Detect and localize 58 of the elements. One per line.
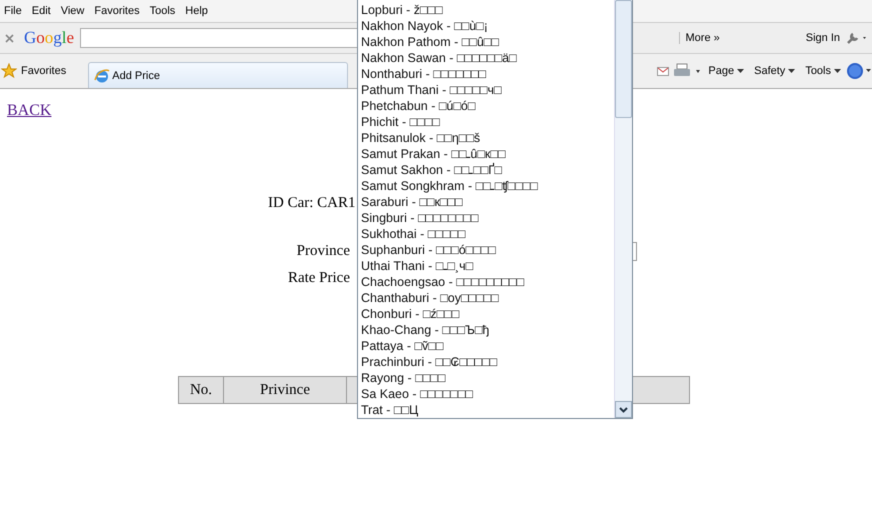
back-link[interactable]: BACK (7, 102, 52, 120)
star-icon (1, 63, 17, 79)
dropdown-option[interactable]: Khao-Chang - □□□Ъ□ђ (358, 322, 614, 338)
dropdown-option[interactable]: Chonburi - □ź□□□ (358, 306, 614, 322)
dropdown-option[interactable]: Pathum Thani - □□□□□ч□ (358, 82, 614, 98)
car-id-text: ID Car: CAR1 (268, 195, 356, 211)
dropdown-option[interactable]: Nakhon Nayok - □□ù□¡ (358, 18, 614, 34)
browser-tab[interactable]: Add Price (88, 62, 348, 88)
dropdown-option[interactable]: Phichit - □□□□ (358, 114, 614, 130)
dropdown-option[interactable]: Phetchabun - □ú□ó□ (358, 98, 614, 114)
mail-icon[interactable] (657, 65, 670, 77)
dropdown-option[interactable]: Prachinburi - □□₢□□□□□ (358, 354, 614, 370)
wrench-icon[interactable] (846, 31, 868, 45)
field-label: Rate Price (286, 270, 350, 287)
dropdown-option[interactable]: Phitsanulok - □□η□□š (358, 130, 614, 146)
dropdown-option[interactable]: Rayong - □□□□ (358, 370, 614, 386)
favorites-button[interactable]: Favorites (0, 63, 74, 79)
dropdown-option[interactable]: Chanthaburi - □oy□□□□□ (358, 290, 614, 306)
command-menu[interactable]: Safety (749, 65, 800, 77)
browser-page-icon (94, 68, 110, 84)
dropdown-option[interactable]: Chachoengsao - □□□□□□□□□ (358, 274, 614, 290)
caret-icon (788, 68, 796, 74)
chevron-down-icon (619, 406, 628, 412)
dropdown-option[interactable]: Samut Sakhon - □□ـ□□Ґ□ (358, 162, 614, 178)
google-logo: Google (24, 28, 74, 48)
menu-item[interactable]: File (2, 5, 30, 17)
caret-icon (834, 68, 841, 74)
field-label: Province (296, 243, 350, 260)
caret-icon (737, 68, 744, 74)
menu-item[interactable]: Help (183, 5, 216, 17)
dropdown-option[interactable]: Sukhothai - □□□□□ (358, 226, 614, 242)
menu-item[interactable]: Tools (148, 5, 184, 17)
dropdown-option[interactable]: Trat - □□Ц (358, 402, 614, 418)
dropdown-option[interactable]: Uthai Thani - □ـ□¸ч□ (358, 258, 614, 274)
dropdown-option[interactable]: Samut Prakan - □□ـû□к□□ (358, 146, 614, 162)
dropdown-option[interactable]: Samut Songkhram - □□ـ□ʧ□□□□ (358, 178, 614, 194)
dropdown-option[interactable]: Pattaya - □ṽ□□ (358, 338, 614, 354)
menu-item[interactable]: Edit (30, 5, 59, 17)
dropdown-option[interactable]: Singburi - □□□□□□□□ (358, 210, 614, 226)
column-header: Privince (224, 376, 347, 404)
dropdown-option[interactable]: Sa Kaeo - □□□□□□□ (358, 386, 614, 402)
dropdown-option[interactable]: Suphanburi - □□□ó□□□□ (358, 242, 614, 258)
close-icon[interactable] (5, 34, 14, 42)
dropdown-option[interactable]: Nakhon Sawan - □□□□□□ä□ (358, 50, 614, 66)
sign-in-button[interactable]: Sign In (806, 32, 840, 44)
menu-item[interactable]: View (58, 5, 92, 17)
scroll-down-button[interactable] (615, 401, 632, 418)
dropdown-option[interactable]: Nakhon Pathom - □□û□□ (358, 34, 614, 50)
dropdown-option[interactable]: Nonthaburi - □□□□□□□ (358, 66, 614, 82)
dropdown-list[interactable] (357, 0, 633, 419)
dropdown-option[interactable]: Saraburi - □□к□□□ (358, 194, 614, 210)
scrollbar-thumb[interactable] (615, 0, 632, 118)
command-menu[interactable]: Page (703, 65, 750, 77)
command-menu[interactable]: Tools (800, 65, 846, 77)
column-header: No. (178, 376, 224, 404)
dropdown-option[interactable]: Lopburi - ž□□□ (358, 2, 614, 18)
more-button[interactable]: More » (678, 32, 726, 44)
menu-item[interactable]: Favorites (92, 5, 148, 17)
